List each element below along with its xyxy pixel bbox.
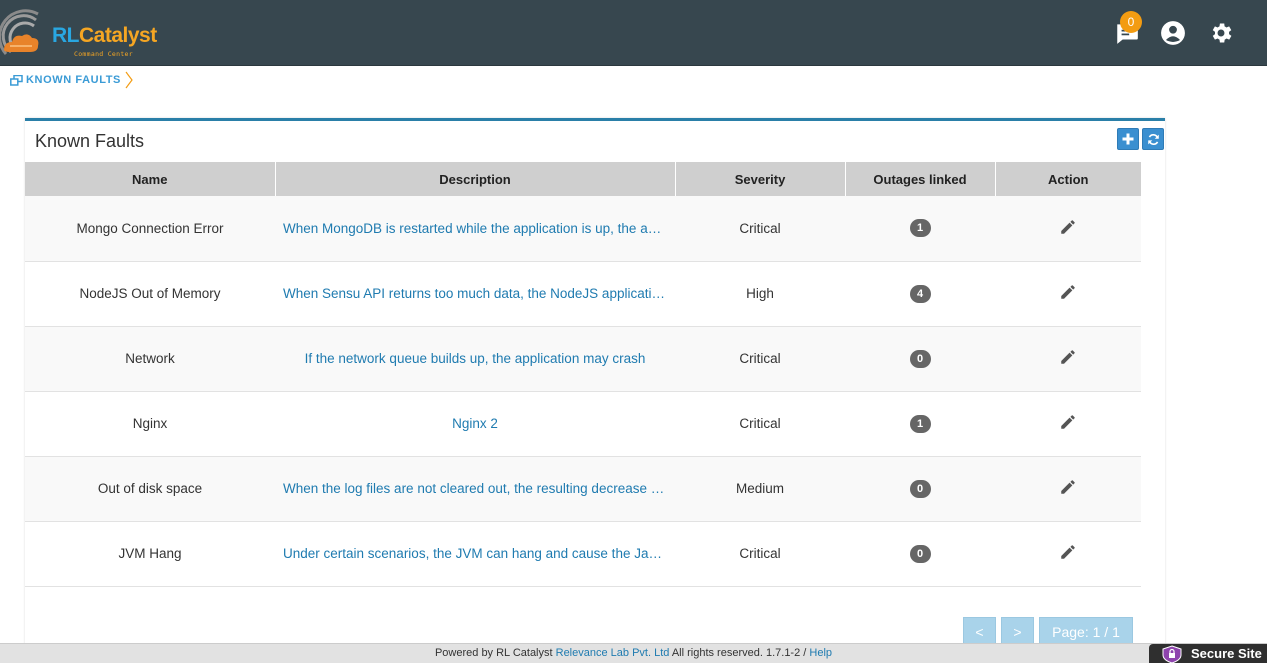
fault-severity-cell: Critical [675,521,845,587]
fault-description-link[interactable]: When the log files are not cleared out, … [283,481,667,496]
logo-subtitle: Command Center [74,50,133,58]
outages-count-badge: 0 [909,479,931,498]
logo-wordmark: RLCatalyst [52,24,157,48]
refresh-button[interactable] [1142,128,1164,150]
footer-powered-by-text: Powered by RL Catalyst [434,647,556,659]
outages-linked-cell: 0 [845,521,995,587]
fault-name-cell: Out of disk space [25,456,275,522]
known-faults-table: Name Description Severity Outages linked… [25,162,1141,587]
column-header-description[interactable]: Description [275,162,676,196]
fault-name-cell: NodeJS Out of Memory [25,261,275,327]
fault-description-cell: When the log files are not cleared out, … [275,456,675,522]
shield-lock-icon [1162,644,1182,663]
outages-count-badge: 1 [909,219,931,238]
page-title: Known Faults [35,131,145,151]
fault-severity-cell: Medium [675,456,845,522]
fault-name-cell: Network [25,326,275,392]
table-row: NodeJS Out of Memory When Sensu API retu… [25,261,1141,327]
table-header-row: Name Description Severity Outages linked… [25,162,1141,196]
table-row: JVM Hang Under certain scenarios, the JV… [25,521,1141,587]
fault-severity-cell: Critical [675,326,845,392]
fault-description-cell: Nginx 2 [275,391,675,457]
column-header-severity[interactable]: Severity [675,162,846,196]
table-row: Network If the network queue builds up, … [25,326,1141,392]
footer: Powered by RL Catalyst Relevance Lab Pvt… [0,643,1267,663]
footer-company-link[interactable]: Relevance Lab Pvt. Ltd [556,647,670,659]
breadcrumb: KNOWN FAULTS [10,71,133,89]
action-cell [995,391,1141,457]
action-cell [995,196,1141,262]
outages-count-badge: 1 [909,414,931,433]
notification-count-badge[interactable]: 0 [1120,11,1142,33]
action-cell [995,261,1141,327]
edit-pencil-icon[interactable] [1059,283,1077,301]
column-header-outages-linked[interactable]: Outages linked [845,162,996,196]
action-cell [995,521,1141,587]
outages-linked-cell: 0 [845,456,995,522]
secure-site-label: Secure Site [1191,646,1262,661]
outages-count-badge: 0 [909,544,931,563]
column-header-name[interactable]: Name [25,162,276,196]
breadcrumb-chevron-icon [125,71,133,89]
fault-severity-cell: Critical [675,391,845,457]
fault-description-link[interactable]: When Sensu API returns too much data, th… [283,286,667,301]
outages-linked-cell: 4 [845,261,995,327]
table-row: Mongo Connection Error When MongoDB is r… [25,196,1141,262]
footer-help-link[interactable]: Help [809,647,832,659]
logo-rl-text: RL [52,24,80,47]
fault-description-cell: When Sensu API returns too much data, th… [275,261,675,327]
table-row: Nginx Nginx 2 Critical 1 [25,391,1141,457]
add-fault-button[interactable] [1117,128,1139,150]
edit-pencil-icon[interactable] [1059,218,1077,236]
fault-name-cell: JVM Hang [25,521,275,587]
fault-description-link[interactable]: If the network queue builds up, the appl… [283,351,667,366]
fault-name-cell: Nginx [25,391,275,457]
refresh-icon [1147,133,1159,145]
outages-linked-cell: 1 [845,196,995,262]
plus-icon [1122,133,1134,145]
edit-pencil-icon[interactable] [1059,413,1077,431]
column-header-action: Action [995,162,1141,196]
fault-description-cell: If the network queue builds up, the appl… [275,326,675,392]
action-cell [995,456,1141,522]
known-faults-panel: Known Faults Name Description Severity O… [25,118,1165,663]
action-cell [995,326,1141,392]
fault-description-cell: Under certain scenarios, the JVM can han… [275,521,675,587]
breadcrumb-item-known-faults[interactable]: KNOWN FAULTS [26,74,121,86]
top-navbar: RLCatalyst Command Center 0 [0,0,1267,66]
outages-linked-cell: 0 [845,326,995,392]
edit-pencil-icon[interactable] [1059,348,1077,366]
logo-catalyst-text: Catalyst [79,24,157,47]
edit-pencil-icon[interactable] [1059,543,1077,561]
fault-severity-cell: Critical [675,196,845,262]
fault-description-link[interactable]: Nginx 2 [283,416,667,431]
fault-description-link[interactable]: When MongoDB is restarted while the appl… [283,221,667,236]
edit-pencil-icon[interactable] [1059,478,1077,496]
outages-count-badge: 0 [909,349,931,368]
breadcrumb-windows-icon [10,74,23,86]
settings-gear-icon[interactable] [1208,20,1234,46]
fault-description-cell: When MongoDB is restarted while the appl… [275,196,675,262]
fault-description-link[interactable]: Under certain scenarios, the JVM can han… [283,546,667,561]
fault-name-cell: Mongo Connection Error [25,196,275,262]
table-row: Out of disk space When the log files are… [25,456,1141,522]
logo-signal-icon [0,9,39,55]
footer-rights-text: All rights reserved. 1.7.1-2 / [669,647,810,659]
secure-site-badge[interactable]: Secure Site [1149,644,1267,663]
outages-count-badge: 4 [909,284,931,303]
rl-catalyst-logo[interactable]: RLCatalyst Command Center [0,6,157,62]
fault-severity-cell: High [675,261,845,327]
user-account-icon[interactable] [1160,20,1186,46]
outages-linked-cell: 1 [845,391,995,457]
